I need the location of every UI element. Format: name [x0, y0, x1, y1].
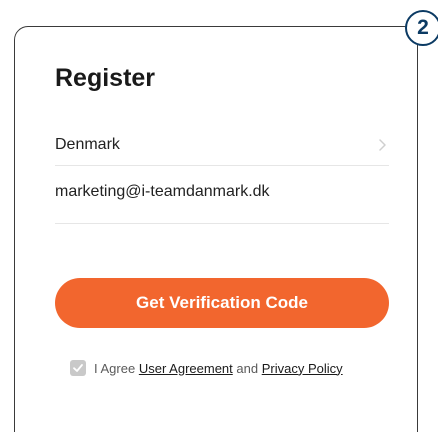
checkmark-icon [72, 362, 84, 374]
screen: 2 Register Denmark marketing@i-teamdanma… [0, 0, 438, 432]
get-verification-code-button[interactable]: Get Verification Code [55, 278, 389, 328]
agree-prefix: I Agree [94, 360, 136, 376]
agree-checkbox[interactable] [70, 360, 86, 376]
privacy-policy-link[interactable]: Privacy Policy [262, 361, 343, 376]
country-value: Denmark [55, 135, 120, 153]
email-value: marketing@i-teamdanmark.dk [55, 182, 270, 200]
agree-conjunction: and [236, 360, 259, 376]
email-field[interactable]: marketing@i-teamdanmark.dk [55, 160, 389, 224]
page-title: Register [55, 64, 156, 92]
chevron-right-icon [375, 138, 389, 152]
user-agreement-link[interactable]: User Agreement [139, 361, 233, 376]
agreement-row: I Agree User Agreement and Privacy Polic… [70, 360, 343, 376]
step-badge: 2 [405, 10, 438, 46]
